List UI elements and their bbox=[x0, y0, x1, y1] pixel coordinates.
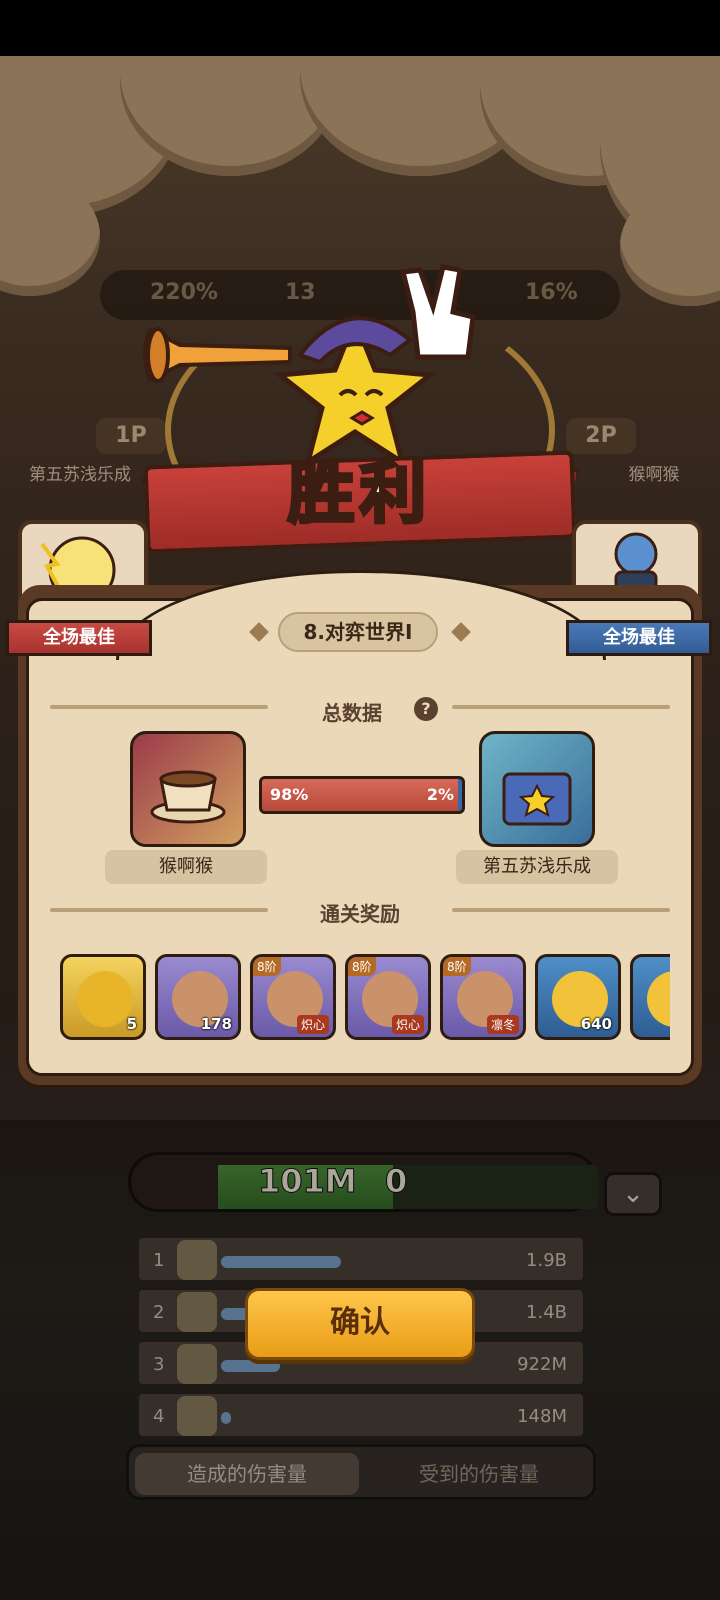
reward-item[interactable]: 8阶炽心 bbox=[250, 954, 336, 1040]
reward-item[interactable]: 5 bbox=[60, 954, 146, 1040]
damage-ratio-bar: 98% 2% bbox=[259, 776, 465, 814]
status-bar bbox=[0, 0, 720, 56]
background-stat-right: 16% bbox=[525, 280, 578, 305]
left-player-name: 猴啊猴 bbox=[105, 850, 267, 884]
right-player-avatar[interactable] bbox=[479, 731, 595, 847]
reward-quantity: 640 bbox=[580, 1015, 612, 1033]
right-percent: 2% bbox=[426, 785, 454, 804]
best-player-right-label: 全场最佳 bbox=[566, 620, 712, 656]
player-2-name: 猴啊猴 bbox=[628, 465, 680, 485]
reward-item[interactable]: 8阶炽心 bbox=[345, 954, 431, 1040]
left-percent: 98% bbox=[270, 785, 309, 804]
best-player-left-label: 全场最佳 bbox=[6, 620, 152, 656]
reward-item[interactable]: 8阶凛冬 bbox=[440, 954, 526, 1040]
stage-name: 8.对弈世界I bbox=[278, 612, 438, 652]
bottom-dim-overlay bbox=[0, 1120, 720, 1600]
magic-hat-box-icon bbox=[502, 772, 572, 826]
gold-pinwheel-icon bbox=[77, 971, 133, 1027]
reward-set-tag: 炽心 bbox=[296, 1015, 329, 1034]
victory-title: 胜利 bbox=[286, 453, 432, 534]
reward-item[interactable]: 640 bbox=[535, 954, 621, 1040]
reward-set-tag: 炽心 bbox=[391, 1015, 424, 1034]
rewards-list: 5 178 8阶 炽心 8阶 炽心 8阶 凛冬 640 bbox=[60, 954, 670, 1044]
reward-item[interactable]: 178 bbox=[155, 954, 241, 1040]
victory-hand-icon bbox=[399, 264, 476, 360]
reward-set-tag: 凛冬 bbox=[486, 1015, 519, 1034]
game-screen: 220% 13 16% 1P 2P 第五苏浅乐成 猴啊猴 胜利 全场最佳 全场最… bbox=[0, 0, 720, 1600]
player-2-badge: 2P bbox=[566, 418, 636, 454]
totals-title: 总数据 bbox=[322, 701, 382, 725]
player-1-badge: 1P bbox=[96, 418, 166, 454]
reward-tier: 8阶 bbox=[253, 957, 281, 976]
coin-icon bbox=[647, 971, 670, 1027]
right-player-name: 第五苏浅乐成 bbox=[456, 850, 618, 884]
help-icon[interactable]: ? bbox=[414, 697, 438, 721]
teacup-icon bbox=[150, 770, 226, 824]
reward-tier: 8阶 bbox=[348, 957, 376, 976]
background-stat-left: 220% bbox=[150, 280, 218, 305]
reward-item[interactable] bbox=[630, 954, 670, 1040]
left-player-avatar[interactable] bbox=[130, 731, 246, 847]
reward-quantity: 5 bbox=[126, 1015, 137, 1033]
reward-tier: 8阶 bbox=[443, 957, 471, 976]
rewards-title: 通关奖励 bbox=[320, 902, 400, 926]
confirm-button[interactable]: 确认 bbox=[245, 1288, 475, 1360]
reward-quantity: 178 bbox=[200, 1015, 232, 1033]
